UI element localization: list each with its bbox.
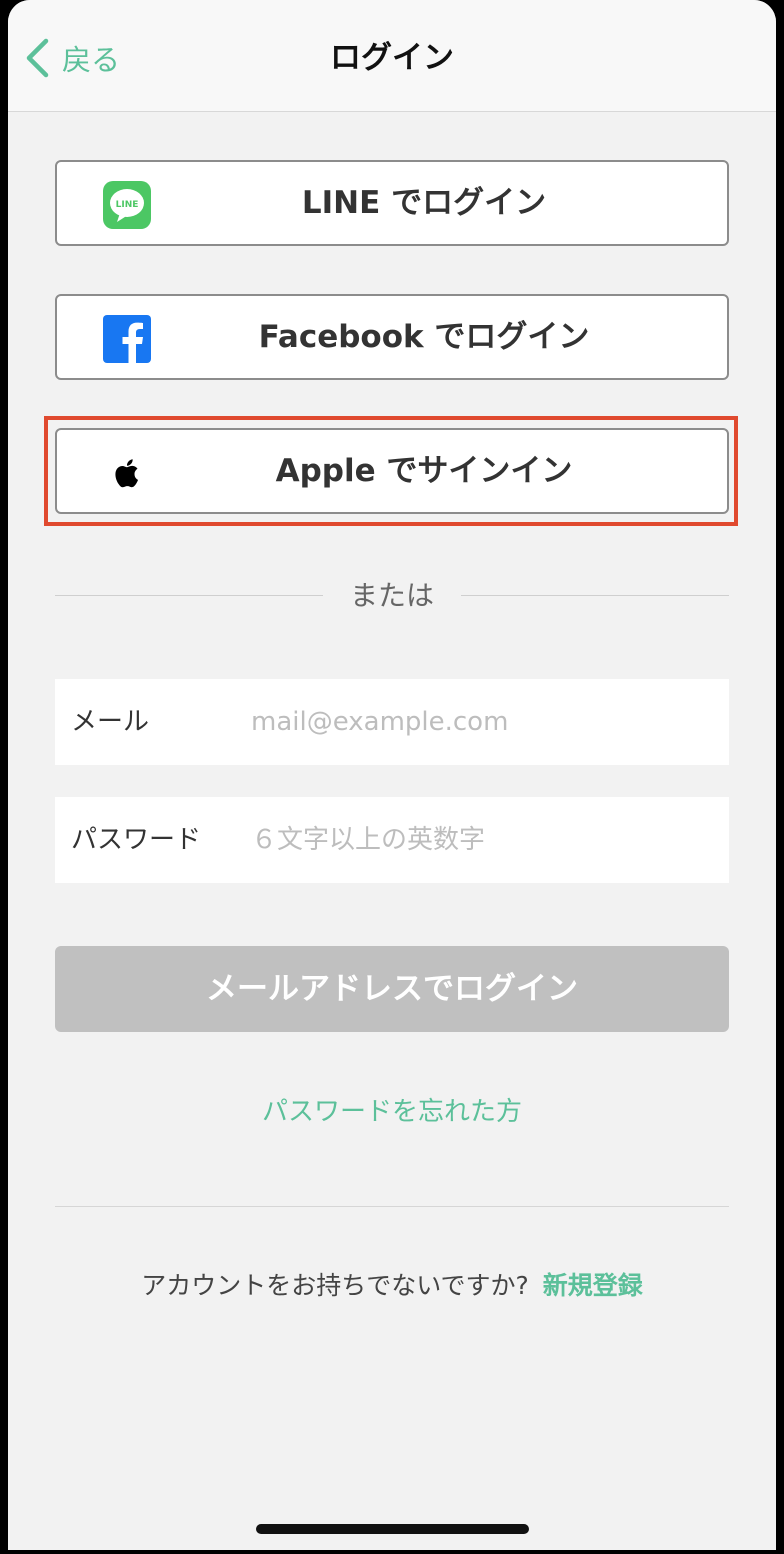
page-title: ログイン (330, 40, 454, 76)
facebook-login-button[interactable]: Facebook でログイン (55, 294, 729, 380)
facebook-login-label: Facebook でログイン (258, 319, 590, 355)
password-label: パスワード (71, 825, 202, 855)
signup-prompt: アカウントをお持ちでないですか? (141, 1271, 529, 1300)
divider-line-right (461, 595, 729, 596)
email-login-button[interactable]: メールアドレスでログイン (55, 946, 729, 1032)
forgot-password-link[interactable]: パスワードを忘れた方 (262, 1097, 522, 1127)
apple-signin-label: Apple でサインイン (275, 453, 573, 489)
password-input[interactable] (251, 815, 711, 865)
email-field-row: メール (55, 679, 729, 765)
signup-link[interactable]: 新規登録 (543, 1271, 643, 1300)
or-text: または (349, 579, 434, 612)
line-login-button[interactable]: LINE LINE でログイン (55, 160, 729, 246)
email-label: メール (71, 707, 150, 737)
password-field-row: パスワード (55, 797, 729, 883)
navigation-bar: 戻る ログイン (8, 0, 776, 112)
apple-signin-button[interactable]: Apple でサインイン (55, 428, 729, 514)
screen: 戻る ログイン LINE LINE でログイン Facebook でログイン A… (8, 0, 776, 1550)
email-input[interactable] (251, 697, 711, 747)
or-divider: または (55, 570, 729, 622)
section-separator (55, 1206, 729, 1207)
home-indicator (256, 1524, 529, 1534)
signup-row: アカウントをお持ちでないですか? 新規登録 (8, 1264, 776, 1308)
line-login-label: LINE でログイン (301, 185, 547, 221)
forgot-password-row: パスワードを忘れた方 (8, 1090, 776, 1134)
